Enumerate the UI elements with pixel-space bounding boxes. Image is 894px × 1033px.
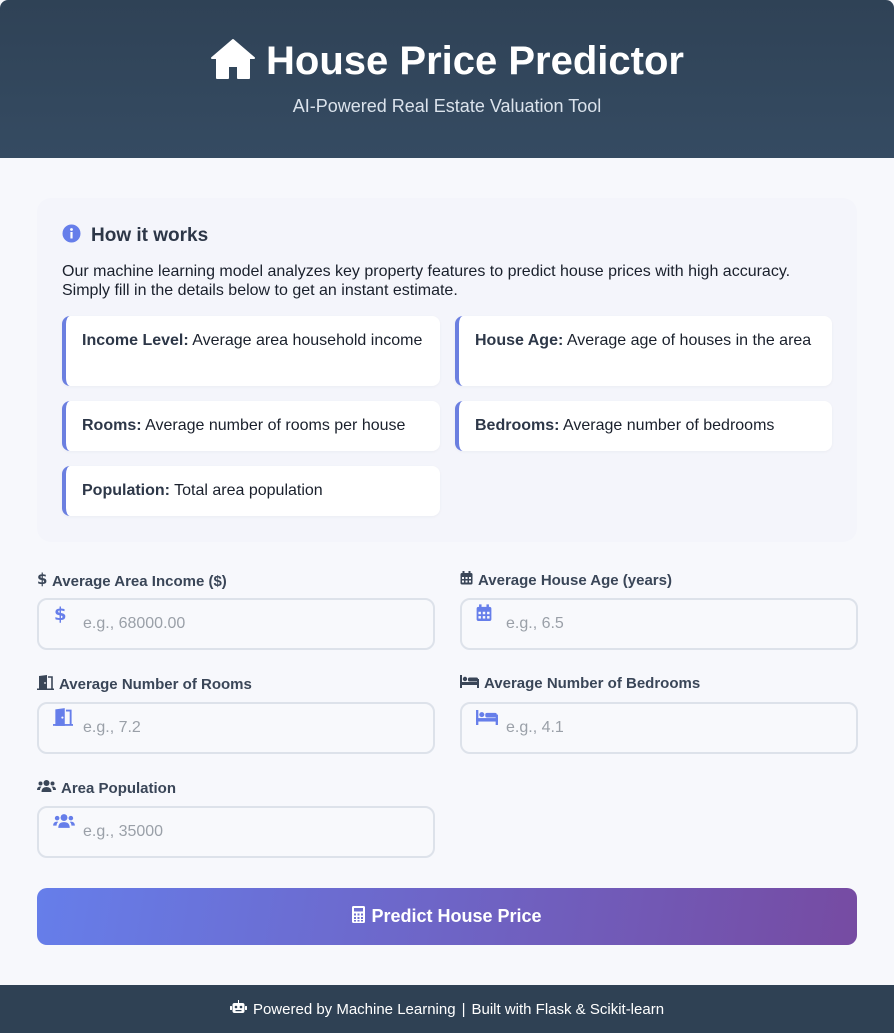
page-header: House Price Predictor AI-Powered Real Es…: [0, 0, 894, 158]
feature-desc: Average age of houses in the area: [566, 332, 812, 349]
robot-icon: [229, 1000, 247, 1018]
predict-button[interactable]: Predict House Price: [37, 888, 857, 945]
rooms-label-text: Average Number of Rooms: [59, 676, 252, 693]
page-subtitle: AI-Powered Real Estate Valuation Tool: [292, 96, 602, 116]
page-footer: Powered by Machine Learning | Built with…: [0, 985, 894, 1033]
feature-desc: Total area population: [174, 482, 323, 499]
feature-desc: Average area household income: [192, 332, 423, 349]
dollar-icon: $: [37, 570, 47, 591]
feature-card-bedrooms: Bedrooms: Average number of bedrooms: [455, 401, 832, 451]
users-icon: [53, 813, 75, 834]
population-field[interactable]: [37, 806, 435, 858]
feature-name: Population:: [82, 482, 170, 499]
users-icon: [37, 779, 56, 797]
population-input[interactable]: [83, 818, 413, 846]
predict-button-label: Predict House Price: [371, 906, 542, 926]
age-label: Average House Age (years): [460, 571, 672, 589]
bedrooms-field[interactable]: [460, 702, 858, 754]
bedrooms-label: Average Number of Bedrooms: [460, 675, 700, 692]
dollar-icon: $: [53, 604, 67, 629]
population-label: Area Population: [37, 779, 176, 797]
feature-card-house-age: House Age: Average age of houses in the …: [455, 316, 832, 386]
rooms-field[interactable]: [37, 702, 435, 754]
age-label-text: Average House Age (years): [478, 571, 672, 589]
feature-name: House Age:: [475, 332, 564, 349]
feature-desc: Average number of bedrooms: [563, 417, 775, 434]
age-input[interactable]: [506, 610, 836, 638]
calendar-icon: [476, 604, 492, 627]
footer-text: Powered by Machine Learning: [252, 1000, 456, 1018]
how-it-works-heading: How it works: [91, 225, 209, 246]
how-it-works-heading-row: How it works: [62, 224, 208, 248]
door-icon: [53, 708, 73, 731]
feature-name: Income Level:: [82, 332, 189, 349]
rooms-input[interactable]: [83, 714, 413, 742]
info-circle-icon: [62, 224, 81, 248]
footer-separator: |: [461, 1000, 466, 1018]
feature-name: Rooms:: [82, 417, 142, 434]
rooms-label: Average Number of Rooms: [37, 675, 252, 694]
feature-desc: Average number of rooms per house: [145, 417, 406, 434]
door-icon: [37, 675, 54, 694]
footer-text-tech: Built with Flask & Scikit-learn: [471, 1000, 665, 1018]
feature-card-rooms: Rooms: Average number of rooms per house: [62, 401, 440, 451]
feature-name: Bedrooms:: [475, 417, 560, 434]
bedrooms-input[interactable]: [506, 714, 836, 742]
title-row: House Price Predictor: [0, 38, 894, 85]
bed-icon: [460, 675, 479, 692]
age-field[interactable]: [460, 598, 858, 650]
income-label: $ Average Area Income ($): [37, 570, 227, 591]
how-it-works-description: Our machine learning model analyzes key …: [62, 263, 791, 299]
income-field[interactable]: $: [37, 598, 435, 650]
house-icon: [210, 38, 256, 85]
feature-card-population: Population: Total area population: [62, 466, 440, 516]
income-input[interactable]: [83, 610, 413, 638]
income-label-text: Average Area Income ($): [52, 572, 227, 590]
population-label-text: Area Population: [61, 779, 177, 797]
bed-icon: [476, 710, 498, 730]
calendar-icon: [460, 571, 473, 589]
feature-card-income: Income Level: Average area household inc…: [62, 316, 440, 386]
page-title: House Price Predictor: [266, 39, 684, 83]
svg-text:$: $: [37, 571, 47, 587]
calculator-icon: [352, 905, 366, 928]
svg-text:$: $: [54, 604, 67, 624]
bedrooms-label-text: Average Number of Bedrooms: [484, 675, 701, 692]
